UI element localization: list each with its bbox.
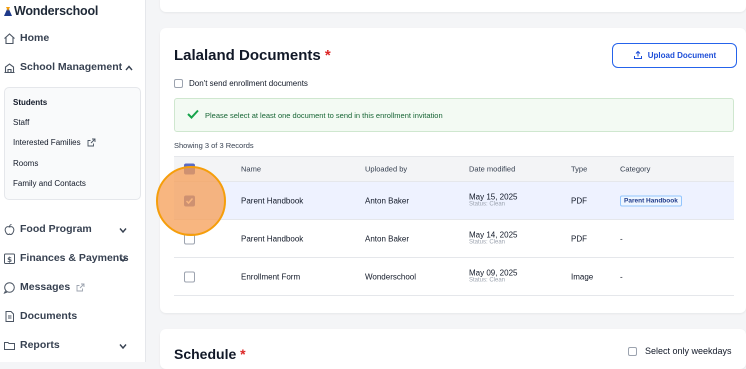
- category-badge: Parent Handbook: [620, 195, 682, 206]
- nav-reports[interactable]: Reports: [2, 338, 142, 352]
- sidebar-item-staff[interactable]: Staff: [13, 118, 29, 127]
- required-mark: *: [240, 346, 246, 362]
- doc-uploaded-by: Anton Baker: [365, 234, 410, 243]
- records-count: Showing 3 of 3 Records: [174, 141, 254, 150]
- svg-text:$: $: [7, 255, 12, 263]
- document-icon: [2, 309, 16, 323]
- dollar-icon: $: [2, 251, 16, 265]
- chevron-down-icon: [118, 341, 128, 351]
- nav-food-program-label: Food Program: [20, 223, 92, 235]
- weekdays-option[interactable]: Select only weekdays: [628, 346, 732, 356]
- nav-school-management-label: School Management: [20, 61, 123, 73]
- column-date-modified[interactable]: Date modified: [469, 165, 515, 174]
- external-link-icon: [76, 283, 85, 292]
- info-alert: Please select at least one document to s…: [174, 98, 734, 132]
- doc-date: May 09, 2025 Status: Clean: [469, 268, 518, 284]
- table-header: Name Uploaded by Date modified Type Cate…: [174, 156, 734, 182]
- documents-table: Name Uploaded by Date modified Type Cate…: [174, 156, 734, 296]
- doc-status: Status: Clean: [469, 201, 506, 208]
- alert-text: Please select at least one document to s…: [205, 110, 443, 120]
- sidebar: Wonderschool Home School Management Stud…: [0, 0, 146, 362]
- wonderschool-logo-icon: [3, 5, 13, 17]
- sidebar-item-rooms[interactable]: Rooms: [13, 159, 38, 168]
- table-row[interactable]: Parent Handbook Anton Baker May 14, 2025…: [174, 220, 734, 258]
- logo[interactable]: Wonderschool: [3, 4, 98, 18]
- table-row[interactable]: Parent Handbook Anton Baker May 15, 2025…: [174, 182, 734, 220]
- nav-reports-label: Reports: [20, 339, 60, 351]
- doc-uploaded-by: Anton Baker: [365, 196, 410, 205]
- brand-name: Wonderschool: [14, 4, 99, 18]
- doc-category: -: [620, 272, 623, 281]
- upload-icon: [633, 50, 643, 62]
- school-management-submenu: Students Staff Interested Families Rooms…: [4, 87, 141, 200]
- folder-icon: [2, 338, 16, 352]
- nav-finances-label: Finances & Payments: [20, 252, 129, 264]
- dont-send-option[interactable]: Don't send enrollment documents: [174, 79, 308, 88]
- sidebar-item-interested-families[interactable]: Interested Families: [13, 138, 96, 147]
- column-name[interactable]: Name: [241, 165, 261, 174]
- column-category[interactable]: Category: [620, 165, 650, 174]
- nav-food-program[interactable]: Food Program: [2, 222, 142, 236]
- dont-send-checkbox[interactable]: [174, 79, 183, 88]
- chevron-up-icon: [124, 63, 134, 73]
- required-mark: *: [324, 47, 331, 64]
- checkmark-icon: [187, 109, 199, 121]
- doc-name: Enrollment Form: [241, 272, 301, 281]
- nav-finances-payments[interactable]: $ Finances & Payments: [2, 251, 142, 265]
- weekdays-checkbox[interactable]: [628, 346, 637, 356]
- apple-icon: [2, 222, 16, 236]
- upload-document-label: Upload Document: [647, 51, 717, 60]
- doc-status: Status: Clean: [469, 239, 506, 246]
- doc-date: May 15, 2025 Status: Clean: [469, 192, 518, 208]
- doc-type: Image: [571, 272, 594, 281]
- nav-documents[interactable]: Documents: [2, 309, 77, 323]
- nav-messages-label: Messages: [20, 281, 71, 293]
- message-icon: [2, 280, 16, 294]
- nav-home[interactable]: Home: [2, 31, 49, 45]
- click-highlight: [156, 166, 226, 236]
- documents-card: Lalaland Documents * Upload Document Don…: [160, 28, 746, 313]
- doc-type: PDF: [571, 234, 587, 243]
- nav-home-label: Home: [20, 32, 50, 44]
- doc-name: Parent Handbook: [241, 196, 304, 205]
- doc-status: Status: Clean: [469, 277, 506, 284]
- schedule-title: Schedule *: [174, 346, 246, 362]
- sidebar-item-family-and-contacts[interactable]: Family and Contacts: [13, 179, 86, 188]
- chevron-down-icon: [118, 254, 128, 264]
- doc-date: May 14, 2025 Status: Clean: [469, 230, 518, 246]
- doc-category: -: [620, 234, 623, 243]
- doc-name: Parent Handbook: [241, 234, 304, 243]
- column-type[interactable]: Type: [571, 165, 587, 174]
- weekdays-label: Select only weekdays: [645, 346, 732, 356]
- school-icon: [2, 60, 16, 74]
- sidebar-item-students[interactable]: Students: [13, 98, 47, 107]
- nav-messages[interactable]: Messages: [2, 280, 85, 294]
- documents-title: Lalaland Documents *: [174, 47, 331, 64]
- nav-school-management[interactable]: School Management: [2, 60, 142, 74]
- home-icon: [2, 31, 16, 45]
- nav-documents-label: Documents: [20, 310, 78, 322]
- chevron-down-icon: [118, 225, 128, 235]
- schedule-card: Schedule * Select only weekdays: [160, 329, 746, 369]
- doc-uploaded-by: Wonderschool: [365, 272, 416, 281]
- doc-type: PDF: [571, 196, 587, 205]
- upload-document-button[interactable]: Upload Document: [612, 43, 737, 68]
- external-link-icon: [87, 138, 96, 147]
- column-uploaded-by[interactable]: Uploaded by: [365, 165, 407, 174]
- previous-section-card: [160, 0, 746, 12]
- table-row[interactable]: Enrollment Form Wonderschool May 09, 202…: [174, 258, 734, 296]
- dont-send-label: Don't send enrollment documents: [189, 79, 308, 88]
